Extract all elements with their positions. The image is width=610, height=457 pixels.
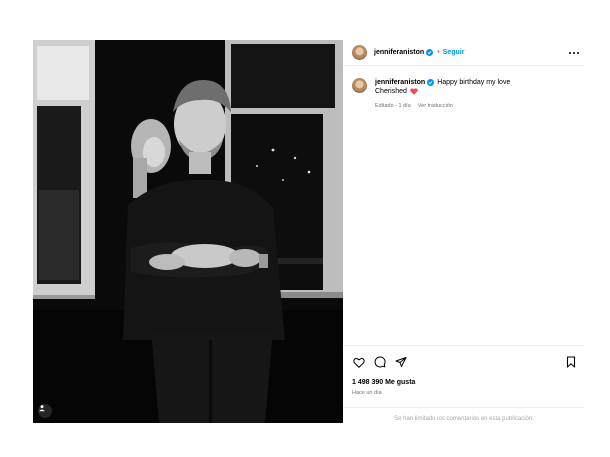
username-link[interactable]: jenniferaniston [374,49,424,56]
caption-first-line: jenniferaniston Happy birthday my love [375,78,510,87]
post-card: jenniferaniston • Seguir jenniferaniston… [33,40,585,423]
action-icons [352,355,577,369]
caption-meta: Editado · 1 día Ver traducción [375,102,510,111]
photo-illustration [33,40,343,423]
post-time: Hace un día [352,390,382,396]
caption-avatar[interactable] [352,78,367,93]
tagged-user-icon [39,405,45,412]
separator-dot: • [437,49,440,56]
see-translation-link[interactable]: Ver traducción [418,103,453,109]
red-heart-emoji-icon [410,88,418,95]
actions-section: 1 498 390 Me gusta Hace un día Se han li… [343,345,585,422]
caption-second-line: Cherished [375,87,510,96]
share-icon[interactable] [394,356,407,369]
caption-username-link[interactable]: jenniferaniston [375,78,425,87]
comments-limited-notice: Se han limitado los comentarios en esta … [343,407,585,429]
post-header: jenniferaniston • Seguir [343,40,585,66]
bookmark-icon[interactable] [564,356,577,369]
comment-icon[interactable] [373,356,386,369]
caption: jenniferaniston Happy birthday my love C… [352,78,577,111]
avatar[interactable] [352,45,367,60]
verified-badge-icon [426,49,434,56]
follow-button[interactable]: Seguir [443,49,465,56]
caption-text: Happy birthday my love [437,79,511,86]
verified-badge-icon [427,79,435,86]
caption-body: jenniferaniston Happy birthday my love C… [375,78,510,111]
likes-count[interactable]: 1 498 390 Me gusta [352,379,415,386]
heart-icon[interactable] [352,356,365,369]
post-photo[interactable] [33,40,343,423]
edited-label: Editado · 1 día [375,103,411,109]
caption-text-line2: Cherished [375,88,407,95]
post-sidebar: jenniferaniston • Seguir jenniferaniston… [343,40,585,423]
tagged-user-button[interactable] [38,404,52,418]
more-options-icon[interactable] [569,48,579,58]
